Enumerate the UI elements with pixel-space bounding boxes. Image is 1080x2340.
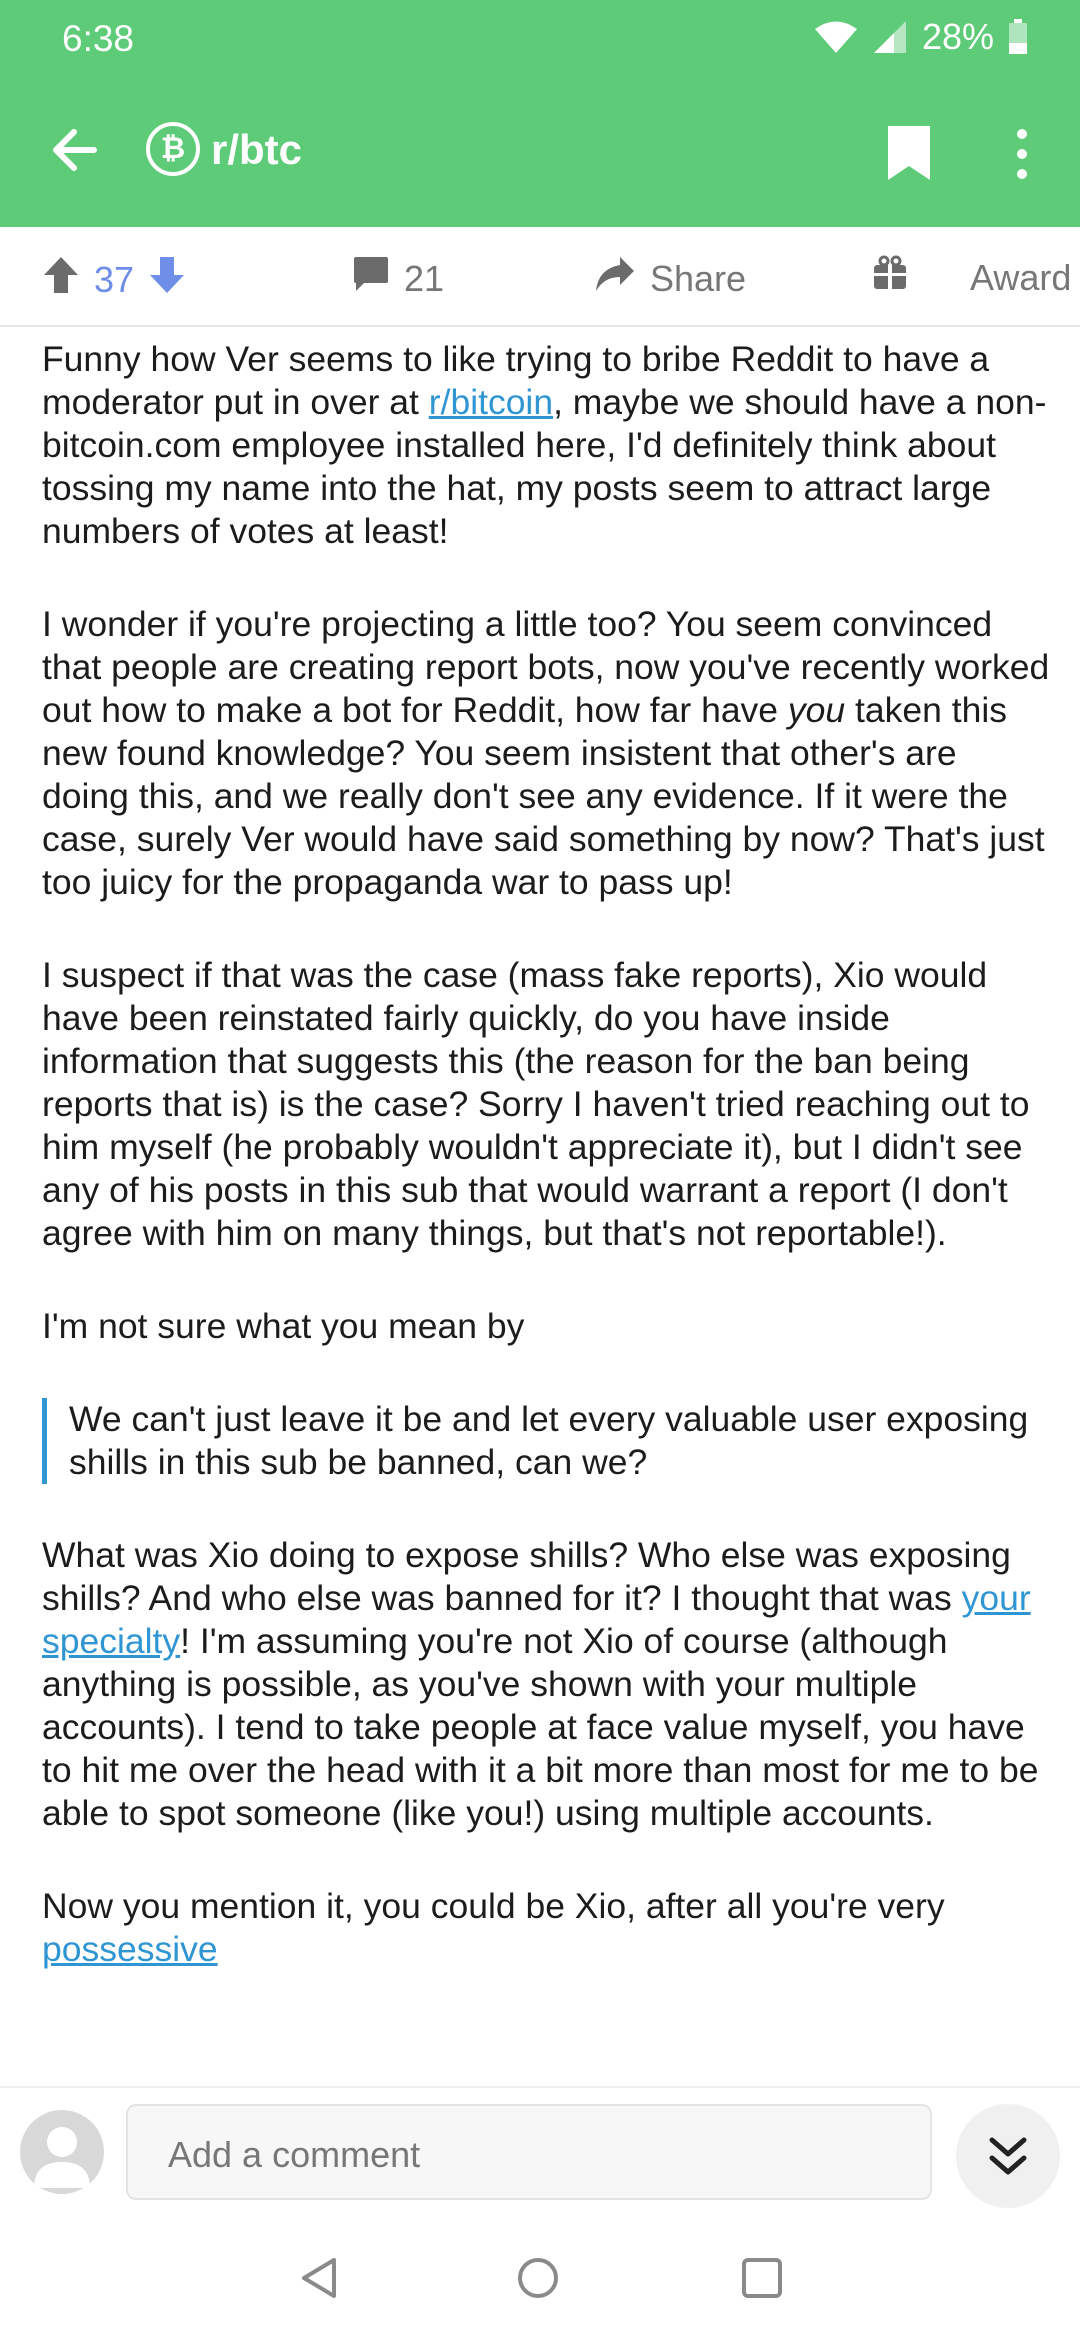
- comment-count: 21: [404, 257, 445, 299]
- battery-level: 28%: [921, 16, 994, 57]
- bitcoin-icon[interactable]: ₿: [146, 122, 200, 176]
- status-time: 6:38: [62, 18, 135, 59]
- paragraph-1: Funny how Ver seems to like trying to br…: [42, 338, 1052, 553]
- comments-button[interactable]: 21: [352, 255, 444, 302]
- share-button[interactable]: Share: [594, 255, 746, 302]
- share-icon: [594, 255, 636, 302]
- paragraph-3: I suspect if that was the case (mass fak…: [42, 955, 1030, 1253]
- app-bar: ₿ r/btc: [0, 100, 1080, 210]
- p5-text-a: What was Xio doing to expose shills? Who…: [42, 1535, 1011, 1618]
- comment-icon: [352, 255, 390, 302]
- subreddit-name[interactable]: r/btc: [211, 126, 302, 174]
- bitcoin-glyph: ₿: [160, 132, 186, 165]
- paragraph-6: Now you mention it, you could be Xio, af…: [42, 1885, 1052, 1971]
- status-indicators: 28%: [814, 16, 1028, 58]
- p2-emphasis: you: [787, 690, 846, 730]
- nav-back-icon[interactable]: [298, 2256, 342, 2305]
- award-label: Award: [970, 256, 1072, 298]
- back-arrow-icon[interactable]: [44, 120, 104, 180]
- link-r-bitcoin[interactable]: r/bitcoin: [429, 382, 553, 422]
- comment-input[interactable]: Add a comment: [126, 2104, 932, 2200]
- nav-recents-icon[interactable]: [740, 2256, 784, 2305]
- nav-home-icon[interactable]: [516, 2256, 560, 2305]
- wifi-icon: [814, 20, 858, 54]
- p5-text-b: ! I'm assuming you're not Xio of course …: [42, 1621, 1039, 1833]
- post-action-bar: 37 21 Share Award: [0, 227, 1080, 327]
- comment-composer: Add a comment: [0, 2086, 1080, 2216]
- battery-icon: [1008, 19, 1028, 55]
- double-chevron-down-icon[interactable]: [956, 2104, 1060, 2208]
- upvote-icon[interactable]: [42, 255, 80, 304]
- post-body: Funny how Ver seems to like trying to br…: [42, 338, 1052, 2021]
- paragraph-5: What was Xio doing to expose shills? Who…: [42, 1534, 1052, 1835]
- link-possessive[interactable]: possessive: [42, 1929, 218, 1969]
- vote-score: 37: [94, 258, 135, 300]
- downvote-icon[interactable]: [148, 255, 186, 304]
- signal-icon: [872, 20, 908, 54]
- paragraph-4: I'm not sure what you mean by: [42, 1306, 525, 1346]
- award-button[interactable]: Award: [872, 255, 1071, 300]
- p6-text-a: Now you mention it, you could be Xio, af…: [42, 1886, 945, 1926]
- gift-icon: [872, 255, 908, 300]
- bookmark-icon[interactable]: [884, 124, 934, 182]
- vote-group: 37: [42, 255, 186, 304]
- header-bar: 6:38 28% ₿ r/btc: [0, 0, 1080, 227]
- status-bar: 6:38 28%: [0, 0, 1080, 80]
- system-nav-bar: [0, 2216, 1080, 2340]
- avatar-icon[interactable]: [20, 2110, 104, 2194]
- paragraph-2: I wonder if you're projecting a little t…: [42, 603, 1052, 904]
- more-vert-icon[interactable]: [1002, 124, 1042, 184]
- blockquote: We can't just leave it be and let every …: [42, 1398, 1052, 1484]
- share-label: Share: [650, 257, 747, 299]
